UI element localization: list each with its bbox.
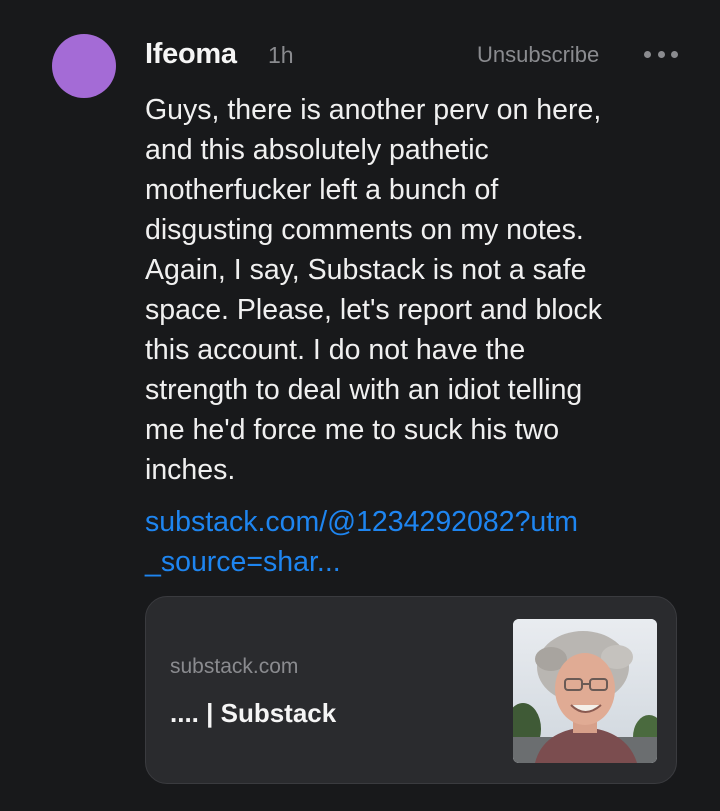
link-preview-domain: substack.com: [170, 655, 299, 678]
profile-photo-image: [513, 619, 657, 763]
unsubscribe-button[interactable]: Unsubscribe: [477, 42, 599, 68]
dot: [644, 50, 651, 58]
author-name[interactable]: Ifeoma: [145, 38, 237, 71]
link-preview-thumbnail: [513, 619, 657, 763]
dot: [671, 50, 678, 58]
dot: [657, 50, 665, 58]
link-preview-title: .... | Substack: [170, 698, 337, 728]
avatar[interactable]: [52, 34, 116, 98]
link-preview-card[interactable]: substack.com .... | Substack: [145, 596, 677, 784]
post-body: Guys, there is another perv on here, and…: [145, 94, 602, 486]
shared-link[interactable]: substack.com/@1234292082?utm _source=sha…: [145, 502, 655, 582]
post-timestamp[interactable]: 1h: [268, 42, 294, 69]
more-options-icon[interactable]: [644, 47, 678, 61]
